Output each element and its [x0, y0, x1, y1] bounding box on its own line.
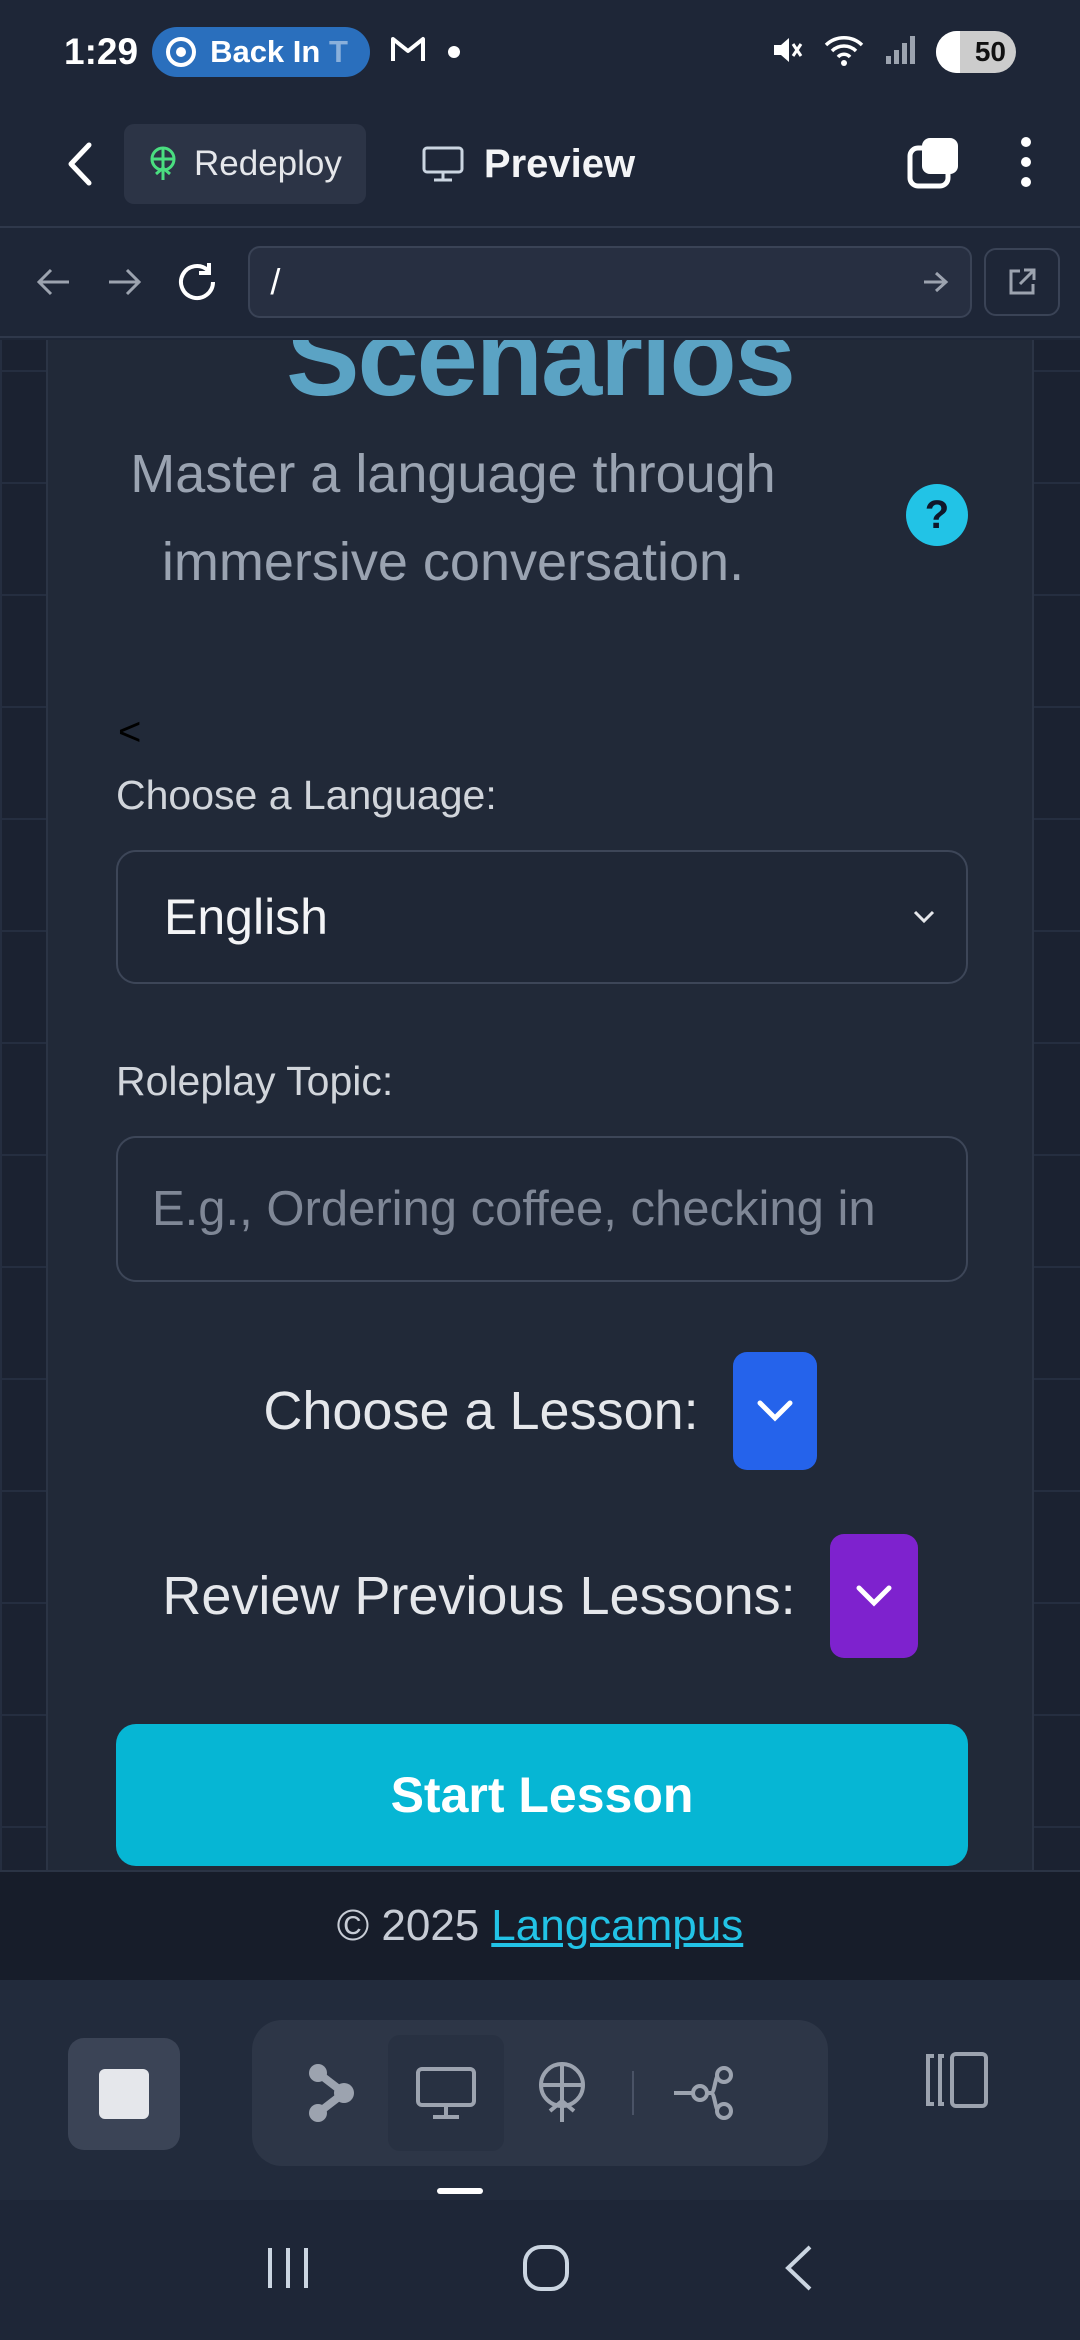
deploy-icon: [539, 2062, 585, 2122]
git-tool[interactable]: [646, 2035, 762, 2151]
recents-icon: [268, 2247, 309, 2288]
more-menu-icon[interactable]: [1018, 134, 1034, 195]
url-text: /: [270, 261, 281, 302]
back-button[interactable]: [40, 124, 120, 204]
chevron-down-icon: [913, 910, 935, 924]
browser-url-bar: /: [0, 226, 1080, 338]
page-footer: © 2025 Langcampus: [0, 1870, 1080, 1980]
subtitle: Master a language through immersive conv…: [130, 444, 776, 592]
stop-icon: [99, 2069, 149, 2119]
home-icon: [522, 2244, 569, 2291]
hero-title: Scenarios: [286, 340, 796, 419]
open-external-button[interactable]: [984, 248, 1060, 316]
lesson-dropdown-button[interactable]: [732, 1352, 817, 1470]
review-label: Review Previous Lessons:: [162, 1566, 796, 1626]
app-bar: Redeploy Preview: [0, 104, 1080, 224]
nav-back-button[interactable]: [20, 246, 86, 318]
panel-icon: [926, 2052, 988, 2108]
chevron-down-icon: [757, 1400, 793, 1422]
notification-dot-icon: [447, 46, 460, 58]
wifi-icon: [824, 33, 864, 72]
branch-icon: [674, 2066, 733, 2120]
start-lesson-button[interactable]: Start Lesson: [116, 1724, 968, 1866]
toolbar-separator: [632, 2071, 634, 2115]
preview-tool[interactable]: [388, 2035, 504, 2151]
footer-link[interactable]: Langcampus: [491, 1901, 743, 1951]
arrow-right-icon: [109, 268, 142, 296]
language-label: Choose a Language:: [116, 772, 497, 818]
bottom-toolbar: [0, 1980, 1080, 2200]
recents-button[interactable]: [264, 2246, 312, 2295]
language-select-value: English: [164, 889, 328, 945]
help-button[interactable]: ?: [906, 484, 968, 546]
nav-forward-button[interactable]: [92, 246, 158, 318]
monitor-icon: [416, 2067, 476, 2119]
chevron-down-icon: [856, 1585, 892, 1607]
lesson-row: Choose a Lesson:: [48, 1352, 1032, 1470]
record-icon: [166, 37, 197, 67]
lesson-label: Choose a Lesson:: [263, 1381, 699, 1441]
footer-copyright: © 2025: [336, 1901, 480, 1950]
signal-icon: [884, 34, 916, 71]
media-pill[interactable]: Back In T: [152, 27, 370, 77]
topic-input[interactable]: E.g., Ordering coffee, checking in: [116, 1136, 968, 1282]
back-chevron-icon: [784, 2245, 812, 2290]
language-select[interactable]: English: [116, 850, 968, 984]
url-input[interactable]: /: [248, 246, 973, 318]
media-pill-text: Back In: [210, 34, 321, 69]
agent-icon: [309, 2064, 354, 2122]
media-pill-text-faded: T: [328, 34, 348, 69]
gmail-icon: [390, 31, 426, 73]
agent-tool[interactable]: [272, 2035, 388, 2151]
topic-label: Roleplay Topic:: [116, 1058, 394, 1104]
back-arrow-icon: [68, 142, 92, 186]
go-arrow-icon: [924, 271, 949, 293]
redeploy-button[interactable]: Redeploy: [124, 124, 366, 204]
tool-group: [252, 2020, 828, 2166]
home-indicator: [437, 2188, 483, 2194]
mute-icon: [768, 32, 804, 73]
stop-button[interactable]: [68, 2038, 180, 2150]
web-viewport: Scenarios Master a language through imme…: [0, 340, 1080, 1870]
main-card: Scenarios Master a language through imme…: [46, 340, 1034, 1870]
reload-icon: [179, 263, 216, 300]
home-button[interactable]: [521, 2243, 571, 2298]
review-row: Review Previous Lessons:: [48, 1534, 1032, 1658]
preview-label: Preview: [483, 141, 636, 186]
monitor-icon: [422, 146, 464, 182]
system-nav-bar: [0, 2200, 1080, 2340]
reload-button[interactable]: [164, 246, 230, 318]
status-time: 1:29: [64, 31, 139, 72]
system-back-button[interactable]: [780, 2243, 816, 2298]
tabs-icon[interactable]: [906, 134, 962, 195]
deploy-tool[interactable]: [504, 2035, 620, 2151]
arrow-left-icon: [36, 268, 70, 296]
battery-indicator: 50: [936, 31, 1016, 73]
status-bar: 1:29 Back In T 50: [0, 0, 1080, 104]
preview-tab[interactable]: Preview: [422, 142, 635, 187]
deploy-icon: [150, 146, 176, 180]
review-dropdown-button[interactable]: [829, 1534, 918, 1658]
redeploy-label: Redeploy: [194, 144, 342, 183]
collapse-toggle[interactable]: <: [118, 710, 141, 755]
external-link-icon: [1009, 268, 1036, 295]
panel-toggle-button[interactable]: [922, 2050, 990, 2115]
